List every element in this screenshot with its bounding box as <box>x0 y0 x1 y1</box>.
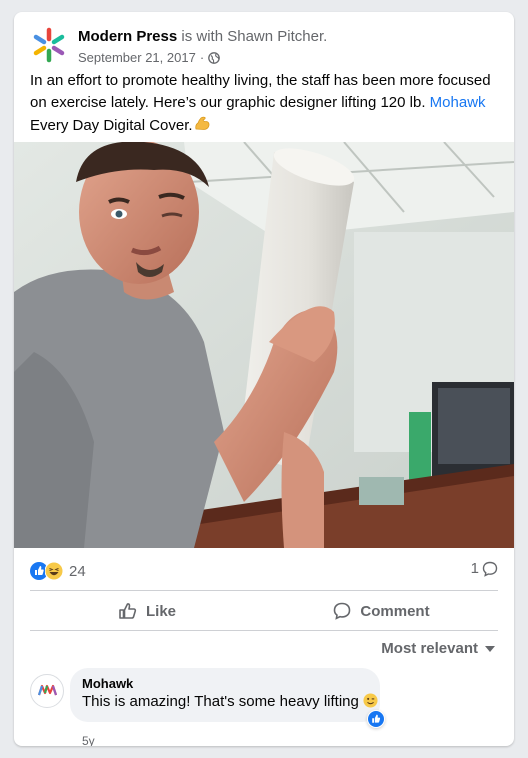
comment-label: Comment <box>360 602 430 620</box>
post-author-line: Modern Press is with Shawn Pitcher. <box>78 28 327 45</box>
comment-button[interactable]: Comment <box>264 592 498 630</box>
post-text-body-end: Every Day Digital Cover. <box>30 117 193 134</box>
page-name-link[interactable]: Modern Press <box>78 28 177 45</box>
like-reaction-icon <box>368 711 384 727</box>
comment-text-body: This is amazing! That's some heavy lifti… <box>82 693 359 710</box>
thumbs-up-icon <box>119 603 137 619</box>
comment-bubble: Mohawk This is amazing! That's some heav… <box>70 668 380 722</box>
comment-reaction-badge[interactable] <box>367 710 385 728</box>
comment-author-avatar[interactable] <box>30 674 64 708</box>
flexed-biceps-emoji <box>194 116 209 130</box>
tagged-person-link[interactable]: Shawn Pitcher. <box>227 28 327 45</box>
comment-timestamp[interactable]: 5y <box>82 734 95 746</box>
comment-icon <box>334 602 351 620</box>
divider <box>30 630 498 631</box>
mohawk-logo-icon <box>37 684 58 696</box>
reactions-summary[interactable]: 24 <box>30 560 86 582</box>
post-text-body: In an effort to promote healthy living, … <box>30 72 491 111</box>
with-text: is with <box>181 28 224 45</box>
caret-down-icon <box>485 645 495 652</box>
post-text: In an effort to promote healthy living, … <box>30 70 502 137</box>
comment-count-value: 1 <box>470 560 479 577</box>
globe-icon <box>208 51 221 64</box>
comment-author-name[interactable]: Mohawk <box>82 676 368 692</box>
divider <box>30 590 498 591</box>
post-card: Modern Press is with Shawn Pitcher. Sept… <box>14 12 514 746</box>
sort-label: Most relevant <box>381 640 478 657</box>
reaction-count: 24 <box>69 562 86 580</box>
post-meta: September 21, 2017 · <box>78 50 221 65</box>
haha-reaction-icon <box>45 562 63 580</box>
like-button[interactable]: Like <box>30 592 264 630</box>
comment-text: This is amazing! That's some heavy lifti… <box>82 692 378 712</box>
post-actions: Like Comment <box>30 592 498 630</box>
man-holding-paper-roll-photo <box>14 142 514 548</box>
mohawk-link[interactable]: Mohawk <box>430 94 486 111</box>
post-header: Modern Press is with Shawn Pitcher. Sept… <box>28 24 498 72</box>
modern-press-logo-icon <box>28 24 70 66</box>
date-separator: · <box>199 50 205 65</box>
comment-count[interactable]: 1 <box>471 560 498 577</box>
like-label: Like <box>145 602 176 620</box>
comment-bubble-icon <box>482 561 498 577</box>
post-date[interactable]: September 21, 2017 <box>78 50 196 65</box>
winking-face-emoji <box>363 693 378 708</box>
page-avatar[interactable] <box>28 24 70 66</box>
comment-sort-dropdown[interactable]: Most relevant <box>381 640 496 657</box>
post-photo[interactable] <box>14 142 514 548</box>
